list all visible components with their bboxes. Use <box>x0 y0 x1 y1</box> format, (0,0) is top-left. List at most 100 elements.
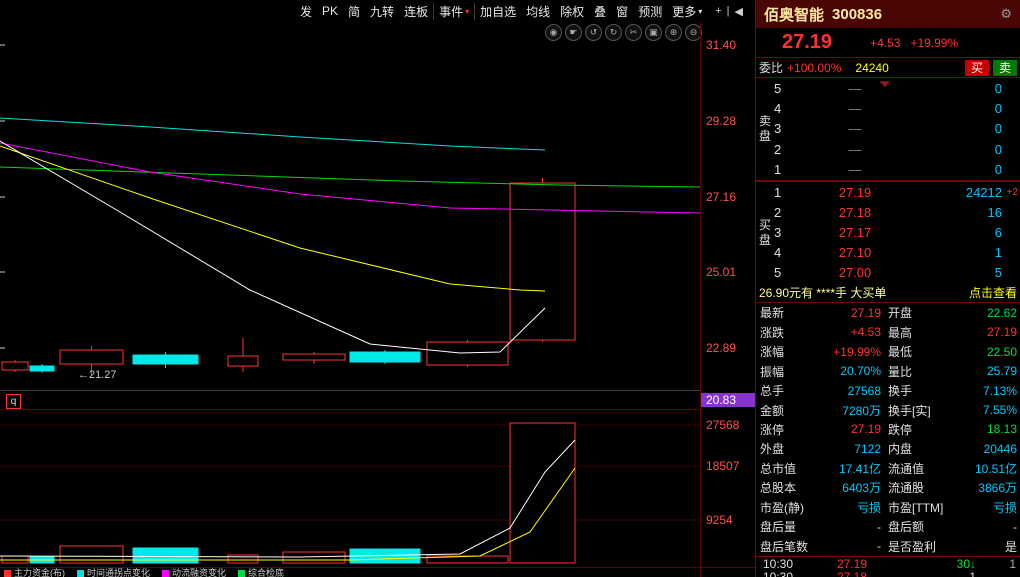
order-volume: 0 <box>994 121 1002 137</box>
stat-value: 25.79 <box>986 364 1017 379</box>
price-axis-label: 22.89 <box>706 341 737 355</box>
tab-marker-icon <box>238 569 246 577</box>
toolbar-button-moving-average[interactable]: 均线 <box>521 3 555 20</box>
stat-label: 总股本 <box>760 481 797 496</box>
screenshot-icon[interactable]: ▣ <box>645 24 662 41</box>
stat-value: 亏损 <box>856 500 881 515</box>
collapse-icon[interactable]: ◀ <box>735 5 743 18</box>
toolbar-button-events[interactable]: 事件 ▾ <box>433 2 474 20</box>
stat-label: 外盘 <box>760 442 785 457</box>
kline-chart-pane[interactable]: ←21.27 ◉ ☛ ↺ ↻ ✂ ▣ ⊕ ⊖ <box>0 22 702 390</box>
zoom-in-icon[interactable]: ⊕ <box>665 24 682 41</box>
stat-value: 是 <box>1004 539 1017 554</box>
bottom-tab-3[interactable]: 综合检底 <box>238 568 284 577</box>
stat-value: 10.51亿 <box>974 461 1017 476</box>
buy-row[interactable]: 5 27.00 5 <box>774 263 1020 283</box>
toolbar-button-simple[interactable]: 简 <box>343 3 365 20</box>
stock-header: 佰奥智能 300836 ⚙ <box>756 0 1020 28</box>
sell-row[interactable]: 2 — 0 <box>774 139 1020 159</box>
stat-label: 振幅 <box>760 364 785 379</box>
volume-chart-svg <box>0 422 700 564</box>
stat-label: 盘后额 <box>888 520 925 535</box>
sell-button[interactable]: 卖 <box>992 59 1017 76</box>
ma-line-green <box>0 166 701 188</box>
toolbar-button-publish[interactable]: 发 <box>295 3 317 20</box>
low-annotation: ←21.27 <box>78 369 117 381</box>
toolbar-button-exrights[interactable]: 除权 <box>555 3 589 20</box>
gear-icon[interactable]: ⚙ <box>1000 6 1012 22</box>
price-axis-label: 29.28 <box>706 114 737 128</box>
stock-name: 佰奥智能 <box>764 6 825 24</box>
stat-label: 最新 <box>760 306 785 321</box>
sell-row[interactable]: 3 — 0 <box>774 119 1020 139</box>
sell-row[interactable]: 4 — 0 <box>774 98 1020 118</box>
cut-icon[interactable]: ✂ <box>625 24 642 41</box>
sell-row[interactable]: 1 — 0 <box>774 160 1020 180</box>
tick-row[interactable]: 10:30 27.18 1 <box>756 570 1020 577</box>
buy-button[interactable]: 买 <box>964 59 989 76</box>
bottom-tab-2[interactable]: 动流融资变化 <box>162 568 226 577</box>
stat-value: - <box>1013 519 1017 534</box>
price-change-percent: +19.99% <box>910 35 959 50</box>
order-volume: 5 <box>994 265 1002 281</box>
price-axis-highlight: 20.83 <box>701 393 756 407</box>
toolbar-button-window[interactable]: 窗 <box>611 3 633 20</box>
ma-line-cyan <box>0 117 546 151</box>
stat-label: 涨停 <box>760 422 785 437</box>
stat-value: +19.99% <box>833 344 881 359</box>
price-row: 27.19 +4.53 +19.99% <box>756 28 1020 57</box>
sell-row[interactable]: 5 — 0 <box>774 78 1020 98</box>
buy-row[interactable]: 1 27.19 24212 +2 <box>774 182 1020 202</box>
toolbar-button-forecast[interactable]: 预测 <box>633 3 667 20</box>
bottom-tab-0[interactable]: 主力资金(布) <box>4 568 65 577</box>
volume-ma-white <box>0 439 576 558</box>
order-price: 27.00 <box>838 265 872 281</box>
stat-value: 27.19 <box>850 305 881 320</box>
stat-label: 市盈[TTM] <box>888 500 944 515</box>
eye-icon[interactable]: ◉ <box>545 24 562 41</box>
order-level: 3 <box>774 121 782 137</box>
big-order-notice: 26.90元有 ****手 大买单 点击查看 <box>756 283 1020 303</box>
order-volume: 0 <box>994 101 1002 117</box>
volume-bar <box>227 554 259 564</box>
volume-axis-label: 27568 <box>706 418 740 432</box>
tab-marker-icon <box>77 569 84 577</box>
tick-list: 10:30 27.19 30↓ 1 10:30 27.18 1 <box>756 557 1020 577</box>
stat-value: 18.13 <box>986 422 1017 437</box>
notice-link[interactable]: 点击查看 <box>969 284 1017 301</box>
stat-label: 最高 <box>888 325 913 340</box>
price-change: +4.53 <box>870 35 901 50</box>
tick-count: 1 <box>1009 557 1016 571</box>
toolbar-button-pk[interactable]: PK <box>317 4 343 18</box>
add-icon[interactable]: + <box>715 5 721 17</box>
buy-row[interactable]: 2 27.18 16 <box>774 202 1020 222</box>
toolbar-button-nine-turn[interactable]: 九转 <box>365 3 399 20</box>
hand-icon[interactable]: ☛ <box>565 24 582 41</box>
undo-icon[interactable]: ↺ <box>585 24 602 41</box>
buy-row[interactable]: 3 27.17 6 <box>774 222 1020 242</box>
top-toolbar: 发 PK 简九转 连板 事件 ▾ 加自选 均线 除权叠窗预测 更多 ▾ + | ◀ <box>0 0 755 22</box>
toolbar-button-consecutive-limit[interactable]: 连板 <box>399 3 433 20</box>
candle-body <box>29 365 55 372</box>
toolbar-button-more[interactable]: 更多 ▾ <box>667 3 707 20</box>
bottom-tab-1[interactable]: 时间通拐点变化 <box>77 568 150 577</box>
buy-rows: 1 27.19 24212 +2 2 27.18 16 3 27.17 6 4 27.10 1 5 27.0… <box>774 182 1020 283</box>
stat-value: 17.41亿 <box>838 461 881 476</box>
tick-row[interactable]: 10:30 27.19 30↓ 1 <box>756 557 1020 571</box>
stats-row: 总手 27568 换手 7.13% <box>756 381 1020 400</box>
weibi-label: 委比 <box>759 61 784 75</box>
buy-row[interactable]: 4 27.10 1 <box>774 243 1020 263</box>
stats-row: 总股本 6403万 流通股 3866万 <box>756 478 1020 497</box>
stat-label: 是否盈利 <box>888 539 937 554</box>
stats-row: 振幅 20.70% 量比 25.79 <box>756 361 1020 380</box>
orderbook-marker-icon[interactable]: ▼ <box>876 79 895 90</box>
toolbar-separator[interactable]: | <box>727 5 730 17</box>
quote-panel: 佰奥智能 300836 ⚙ 27.19 +4.53 +19.99% 委比 +10… <box>755 0 1020 577</box>
toolbar-button-overlay[interactable]: 叠 <box>589 3 611 20</box>
redo-icon[interactable]: ↻ <box>605 24 622 41</box>
indicator-tag[interactable]: q <box>6 394 21 409</box>
volume-pane[interactable] <box>0 410 700 567</box>
toolbar-right-icons: + | ◀ <box>715 5 743 18</box>
toolbar-button-add-watchlist[interactable]: 加自选 <box>474 2 521 20</box>
stats-row: 盘后笔数 - 是否盈利 是 <box>756 537 1020 556</box>
